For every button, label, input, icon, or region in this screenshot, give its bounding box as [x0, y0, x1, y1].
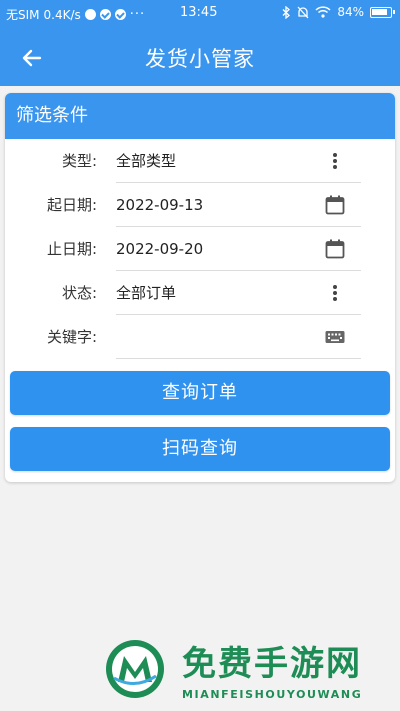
- status-bar: 无SIM 0.4K/s ··· 13:45 84%: [0, 0, 400, 26]
- watermark-subtext: MIANFEISHOUYOUWANG: [182, 688, 363, 701]
- wifi-icon: [315, 6, 331, 18]
- watermark-text: 免费手游网: [182, 644, 362, 684]
- type-row[interactable]: 类型: 全部类型: [5, 139, 395, 183]
- calendar-icon[interactable]: [323, 193, 347, 217]
- scan-query-button[interactable]: 扫码查询: [10, 427, 390, 471]
- status-select[interactable]: 全部订单: [116, 271, 176, 315]
- row-divider: [116, 358, 361, 359]
- start-date-row[interactable]: 起日期: 2022-09-13: [5, 183, 395, 227]
- status-label: 状态:: [61, 284, 97, 302]
- watermark: 免费手游网 MIANFEISHOUYOUWANG: [104, 636, 394, 710]
- end-date-label: 止日期:: [46, 240, 97, 258]
- battery-icon: [370, 6, 395, 18]
- bluetooth-icon: [282, 5, 291, 19]
- start-date-field[interactable]: 2022-09-13: [116, 183, 203, 227]
- query-orders-button[interactable]: 查询订单: [10, 371, 390, 415]
- more-notifications-icon: ···: [129, 6, 146, 22]
- clock: 13:45: [180, 5, 218, 20]
- more-vert-icon[interactable]: [323, 149, 347, 173]
- keyboard-icon[interactable]: [323, 325, 347, 349]
- keyword-row[interactable]: 关键字:: [5, 315, 395, 359]
- type-label: 类型:: [61, 152, 97, 170]
- type-select[interactable]: 全部类型: [116, 139, 176, 183]
- end-date-field[interactable]: 2022-09-20: [116, 227, 203, 271]
- app-header: 无SIM 0.4K/s ··· 13:45 84% 发货小管家: [0, 0, 400, 86]
- check-icon: [99, 9, 111, 20]
- calendar-icon[interactable]: [323, 237, 347, 261]
- start-date-label: 起日期:: [46, 196, 97, 214]
- notification-icon: [84, 9, 96, 20]
- page-title: 发货小管家: [145, 47, 255, 71]
- filter-card-title: 筛选条件: [5, 93, 395, 139]
- check-circle-icon: [114, 9, 126, 20]
- more-vert-icon[interactable]: [323, 281, 347, 305]
- keyword-input[interactable]: [116, 315, 316, 359]
- carrier-text: 无SIM: [6, 8, 40, 22]
- watermark-logo-icon: [106, 640, 164, 698]
- filter-card: 筛选条件 类型: 全部类型 起日期: 2022-09-13 止日期: 2022-…: [5, 93, 395, 482]
- status-row[interactable]: 状态: 全部订单: [5, 271, 395, 315]
- keyword-label: 关键字:: [46, 328, 97, 346]
- battery-percent: 84%: [337, 5, 364, 19]
- end-date-row[interactable]: 止日期: 2022-09-20: [5, 227, 395, 271]
- mute-bell-icon: [297, 6, 309, 18]
- network-speed: 0.4K/s: [43, 7, 81, 22]
